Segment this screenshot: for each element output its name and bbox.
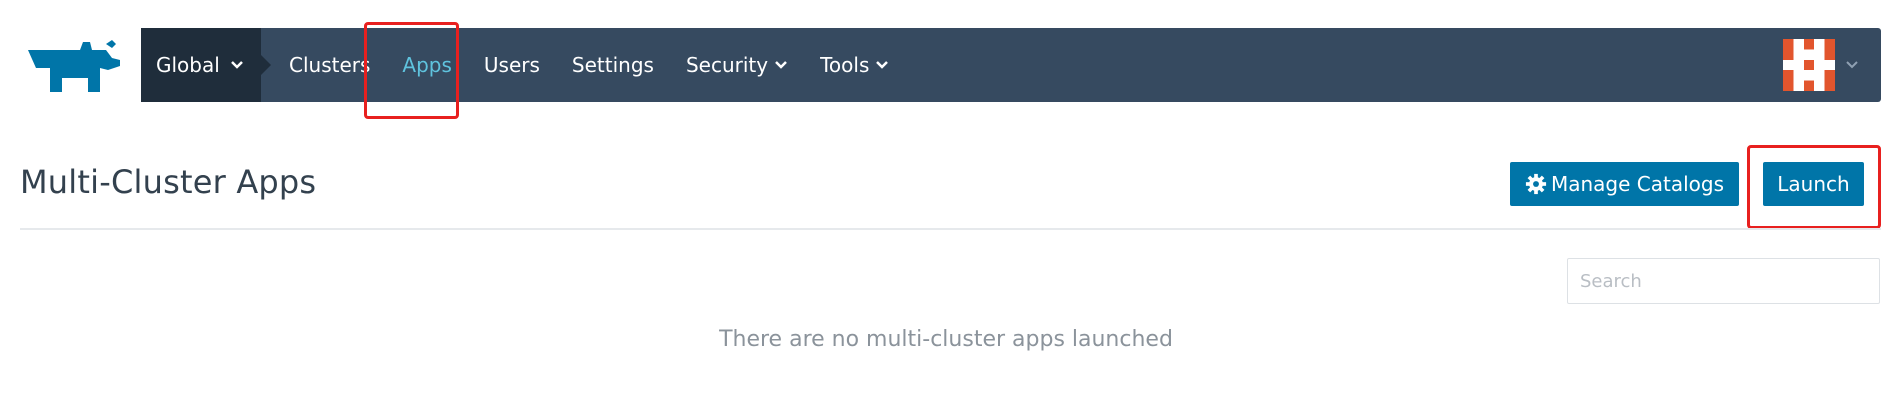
global-menu[interactable]: Global bbox=[141, 28, 271, 102]
launch-button[interactable]: Launch bbox=[1763, 162, 1864, 206]
nav-item-label: Clusters bbox=[289, 53, 371, 77]
chevron-down-icon bbox=[775, 61, 787, 69]
nav-item-security[interactable]: Security bbox=[670, 28, 804, 102]
manage-catalogs-button[interactable]: Manage Catalogs bbox=[1510, 162, 1739, 206]
nav-item-label: Security bbox=[685, 53, 769, 77]
nav-item-clusters[interactable]: Clusters bbox=[273, 28, 386, 102]
nav-item-users[interactable]: Users bbox=[468, 28, 556, 102]
nav-item-label: Tools bbox=[820, 53, 870, 77]
nav-item-tools[interactable]: Tools bbox=[804, 28, 905, 102]
launch-label: Launch bbox=[1777, 172, 1850, 196]
nav-item-label: Users bbox=[483, 53, 540, 77]
chevron-down-icon bbox=[876, 61, 889, 69]
nav-item-label: Apps bbox=[402, 53, 452, 77]
global-menu-label: Global bbox=[156, 53, 220, 77]
rancher-logo-icon[interactable] bbox=[20, 38, 124, 94]
page-title: Multi-Cluster Apps bbox=[20, 163, 317, 201]
nav-item-label: Settings bbox=[571, 53, 654, 77]
gear-icon bbox=[1525, 173, 1547, 195]
top-nav: Global Clusters Apps Users Settings Secu… bbox=[141, 28, 1881, 102]
user-menu[interactable] bbox=[1783, 28, 1881, 102]
chevron-down-icon bbox=[230, 61, 243, 69]
nav-item-apps[interactable]: Apps bbox=[386, 28, 468, 102]
chevron-down-icon bbox=[1846, 61, 1858, 69]
manage-catalogs-label: Manage Catalogs bbox=[1550, 172, 1725, 196]
nav-item-settings[interactable]: Settings bbox=[556, 28, 670, 102]
search-input[interactable] bbox=[1567, 258, 1880, 304]
empty-state-message: There are no multi-cluster apps launched bbox=[719, 327, 1173, 352]
header-divider bbox=[20, 228, 1881, 230]
user-avatar-icon[interactable] bbox=[1783, 39, 1835, 91]
